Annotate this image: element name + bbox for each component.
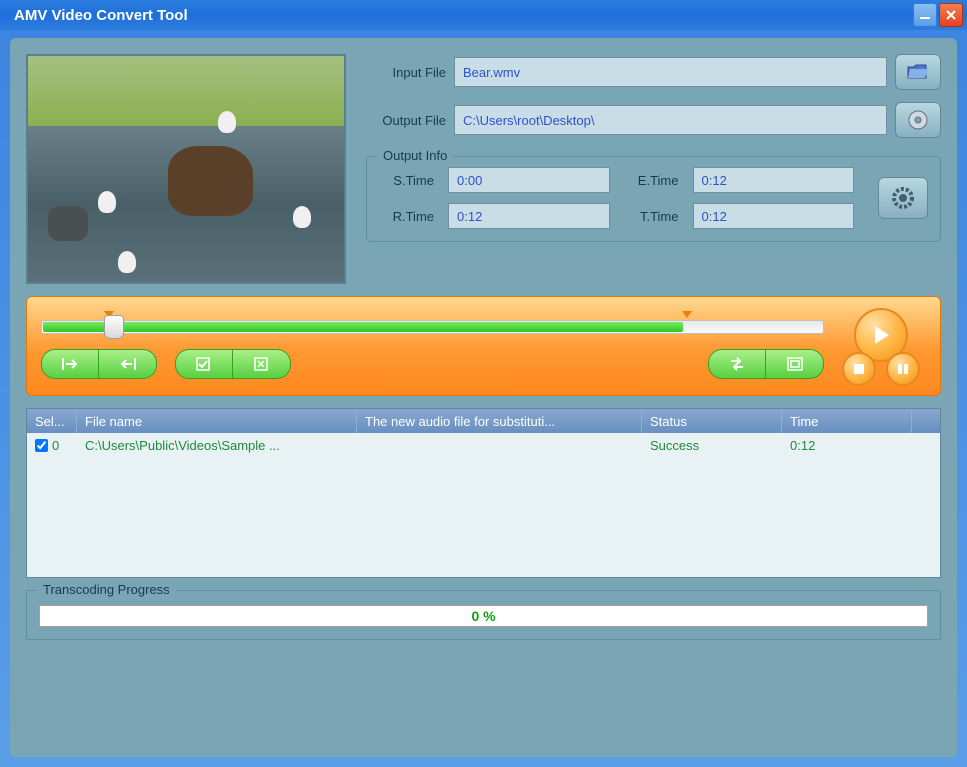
playback-controls bbox=[836, 308, 926, 386]
stime-label: S.Time bbox=[379, 173, 434, 188]
progress-group: Transcoding Progress 0 % bbox=[26, 590, 941, 640]
player-panel bbox=[26, 296, 941, 396]
row-filename: C:\Users\Public\Videos\Sample ... bbox=[77, 438, 357, 453]
check-box-icon bbox=[196, 357, 212, 371]
etime-label: E.Time bbox=[624, 173, 679, 188]
convert-icon bbox=[728, 356, 746, 372]
etime-field[interactable]: 0:12 bbox=[693, 167, 855, 193]
gear-icon bbox=[890, 185, 916, 211]
window-title: AMV Video Convert Tool bbox=[14, 7, 913, 24]
deselect-all-button[interactable] bbox=[233, 349, 291, 379]
rtime-label: R.Time bbox=[379, 209, 434, 224]
progress-bar: 0 % bbox=[39, 605, 928, 627]
ttime-label: T.Time bbox=[624, 209, 679, 224]
file-list-table: Sel... File name The new audio file for … bbox=[26, 408, 941, 578]
ttime-field[interactable]: 0:12 bbox=[693, 203, 855, 229]
close-icon bbox=[945, 9, 957, 21]
table-body: 0 C:\Users\Public\Videos\Sample ... Succes… bbox=[27, 433, 940, 577]
convert-button[interactable] bbox=[708, 349, 766, 379]
progress-text: 0 % bbox=[471, 608, 495, 624]
close-button[interactable] bbox=[939, 3, 963, 27]
stop-button[interactable] bbox=[842, 352, 876, 386]
output-file-field[interactable]: C:\Users\root\Desktop\ bbox=[454, 105, 887, 135]
folder-open-icon bbox=[906, 62, 930, 82]
uncheck-box-icon bbox=[254, 357, 270, 371]
settings-button[interactable] bbox=[878, 177, 928, 219]
output-file-label: Output File bbox=[366, 113, 446, 128]
row-index: 0 bbox=[52, 438, 59, 453]
row-checkbox[interactable] bbox=[35, 439, 48, 452]
stop-icon bbox=[853, 363, 865, 375]
pause-icon bbox=[897, 363, 909, 375]
mark-end-button[interactable] bbox=[99, 349, 157, 379]
mark-out-icon bbox=[118, 357, 138, 371]
input-file-field[interactable]: Bear.wmv bbox=[454, 57, 887, 87]
col-header-select[interactable]: Sel... bbox=[27, 409, 77, 433]
timeline-slider[interactable] bbox=[41, 315, 824, 339]
app-window: AMV Video Convert Tool bbox=[0, 0, 967, 767]
progress-legend: Transcoding Progress bbox=[37, 582, 176, 597]
table-row[interactable]: 0 C:\Users\Public\Videos\Sample ... Succes… bbox=[27, 433, 940, 457]
fullscreen-button[interactable] bbox=[766, 349, 824, 379]
output-info-legend: Output Info bbox=[377, 148, 453, 163]
disc-icon bbox=[907, 109, 929, 131]
select-all-button[interactable] bbox=[175, 349, 233, 379]
slider-thumb[interactable] bbox=[104, 315, 124, 339]
mark-in-icon bbox=[60, 357, 80, 371]
end-marker-icon bbox=[682, 311, 692, 318]
stime-field[interactable]: 0:00 bbox=[448, 167, 610, 193]
row-time: 0:12 bbox=[782, 438, 912, 453]
titlebar: AMV Video Convert Tool bbox=[0, 0, 967, 30]
content-panel: Input File Bear.wmv Output File C:\Users… bbox=[10, 38, 957, 757]
mark-start-button[interactable] bbox=[41, 349, 99, 379]
video-preview bbox=[26, 54, 346, 284]
input-file-label: Input File bbox=[366, 65, 446, 80]
pause-button[interactable] bbox=[886, 352, 920, 386]
col-header-time[interactable]: Time bbox=[782, 409, 912, 433]
minimize-icon bbox=[919, 9, 931, 21]
rtime-field[interactable]: 0:12 bbox=[448, 203, 610, 229]
col-header-audio[interactable]: The new audio file for substituti... bbox=[357, 409, 642, 433]
browse-input-button[interactable] bbox=[895, 54, 941, 90]
play-icon bbox=[871, 324, 891, 346]
col-header-status[interactable]: Status bbox=[642, 409, 782, 433]
row-status: Success bbox=[642, 438, 782, 453]
browse-output-button[interactable] bbox=[895, 102, 941, 138]
col-header-filename[interactable]: File name bbox=[77, 409, 357, 433]
output-info-group: Output Info S.Time 0:00 E.Time 0:12 R.Ti… bbox=[366, 156, 941, 242]
screen-icon bbox=[787, 357, 803, 371]
minimize-button[interactable] bbox=[913, 3, 937, 27]
